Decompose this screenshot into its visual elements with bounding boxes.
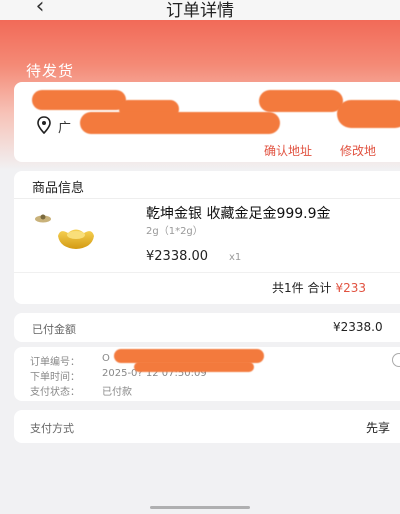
order-total: 共1件 合计 ¥233 (272, 279, 366, 296)
navigation-bar: ‹ 订单详情 (0, 0, 400, 21)
order-number-label: 订单编号： (30, 357, 80, 368)
payment-method-card: 支付方式 先享 (14, 410, 400, 443)
order-status: 待发货 (26, 62, 75, 80)
shop-logo-icon (34, 208, 52, 223)
payment-method-value: 先享 (366, 421, 391, 435)
redaction-mark (114, 349, 264, 363)
order-time-label: 下单时间： (30, 372, 80, 383)
redaction-mark (32, 90, 126, 110)
paid-label: 已付金额 (32, 323, 76, 336)
payment-status-value: 已付款 (102, 387, 132, 398)
divider (14, 272, 400, 273)
redaction-mark (134, 362, 254, 372)
paid-value: ¥2338.0 (333, 320, 383, 334)
product-spec: 2g（1*2g） (146, 226, 203, 237)
order-number-value: O (102, 353, 110, 364)
total-label: 共1件 合计 (272, 281, 332, 295)
total-amount: ¥233 (335, 281, 366, 295)
product-name[interactable]: 乾坤金银 收藏金足金999.9金 (146, 203, 331, 223)
divider (14, 198, 400, 199)
page-title: 订单详情 (166, 1, 234, 21)
payment-status-label: 支付状态： (30, 387, 80, 398)
copy-order-number-button[interactable] (392, 353, 400, 367)
address-actions: 确认地址 修改地 (264, 142, 376, 159)
address-card: 17 广 确认地址 修改地 (14, 82, 400, 162)
order-info-card: 订单编号： O 下单时间： 2025-0? 12 07:50:09 支付状态： … (14, 347, 400, 401)
confirm-address-button[interactable]: 确认地址 (264, 142, 312, 159)
payment-method-label: 支付方式 (30, 422, 74, 435)
product-price: ¥2338.00 (146, 249, 209, 264)
edit-address-button[interactable]: 修改地 (340, 142, 376, 159)
redaction-mark (80, 112, 280, 134)
location-pin-icon (36, 116, 52, 135)
redaction-mark (337, 100, 400, 128)
home-indicator (150, 506, 250, 509)
redaction-mark (259, 90, 343, 112)
paid-amount-card: 已付金额 ¥2338.0 (14, 313, 400, 342)
goods-card: 商品信息 乾坤金银 收藏金足金999.9金 2g（1*2g） ¥2338.00 … (14, 171, 400, 304)
section-title: 商品信息 (32, 181, 85, 196)
address-text: 广 (58, 121, 72, 136)
product-quantity: x1 (229, 252, 242, 263)
product-image[interactable] (56, 224, 96, 252)
